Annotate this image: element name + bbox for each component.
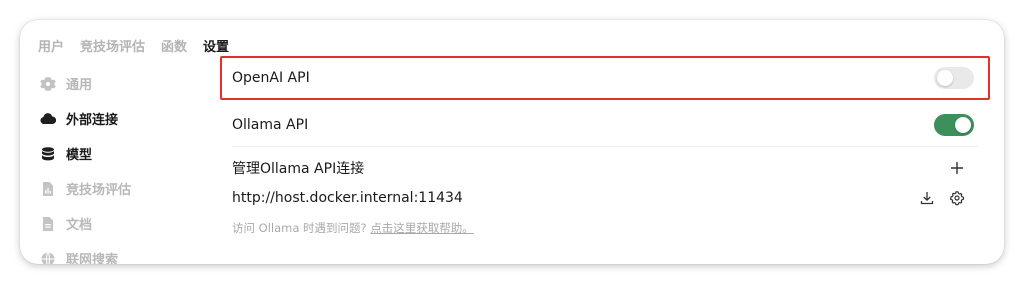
tab-functions[interactable]: 函数 [161,36,187,55]
sidebar-item-label: 通用 [66,78,93,93]
settings-panel: 用户 竞技场评估 函数 设置 通用 外部连接 模型 竞技场评估 文档 联网搜索 … [20,20,1004,264]
document-icon [40,216,56,232]
download-button[interactable] [918,189,936,207]
tab-arena[interactable]: 竞技场评估 [80,36,145,55]
download-icon [920,192,934,205]
sidebar-item-label: 模型 [66,148,93,163]
url-actions [918,189,966,207]
settings-button[interactable] [948,189,966,207]
toggle-knob [955,117,971,133]
ollama-url-field[interactable]: http://host.docker.internal:11434 [220,190,463,206]
manage-ollama-row: 管理Ollama API连接 [220,156,990,180]
openai-api-row: OpenAI API [220,56,990,100]
add-connection-button[interactable] [948,159,966,177]
help-text: 访问 Ollama 时遇到问题? 点击这里获取帮助。 [232,220,474,236]
help-link[interactable]: 点击这里获取帮助。 [370,221,474,235]
plus-icon [951,162,963,174]
connections-main: OpenAI API Ollama API 管理Ollama API连接 htt… [220,20,990,264]
document-chart-icon [40,181,56,197]
divider [232,146,978,147]
gear-icon [40,76,56,92]
sidebar-item-label: 外部连接 [66,113,119,128]
admin-tabs: 用户 竞技场评估 函数 设置 [38,36,245,55]
tab-users[interactable]: 用户 [38,36,64,55]
sidebar-item-web-search[interactable]: 联网搜索 [40,241,210,264]
sidebar-item-external-connections[interactable]: 外部连接 [40,101,210,136]
gear-icon [950,191,965,206]
ollama-api-row: Ollama API [220,104,990,146]
sidebar-item-arena[interactable]: 竞技场评估 [40,171,210,206]
ollama-api-toggle[interactable] [934,114,974,136]
sidebar-item-label: 文档 [66,218,93,233]
cloud-icon [40,111,56,127]
sidebar-item-general[interactable]: 通用 [40,66,210,101]
settings-sidebar: 通用 外部连接 模型 竞技场评估 文档 联网搜索 [40,66,210,264]
sidebar-item-label: 竞技场评估 [66,183,132,198]
toggle-knob [937,70,953,86]
ollama-api-label: Ollama API [232,117,309,133]
manage-ollama-label: 管理Ollama API连接 [232,161,365,177]
openai-api-toggle[interactable] [934,67,974,89]
ollama-url-row: http://host.docker.internal:11434 [220,186,990,210]
globe-icon [40,251,56,264]
sidebar-item-models[interactable]: 模型 [40,136,210,171]
sidebar-item-documents[interactable]: 文档 [40,206,210,241]
database-icon [40,146,56,162]
openai-api-label: OpenAI API [232,70,310,86]
help-question: 访问 Ollama 时遇到问题? [232,221,367,235]
sidebar-item-label: 联网搜索 [66,253,119,264]
